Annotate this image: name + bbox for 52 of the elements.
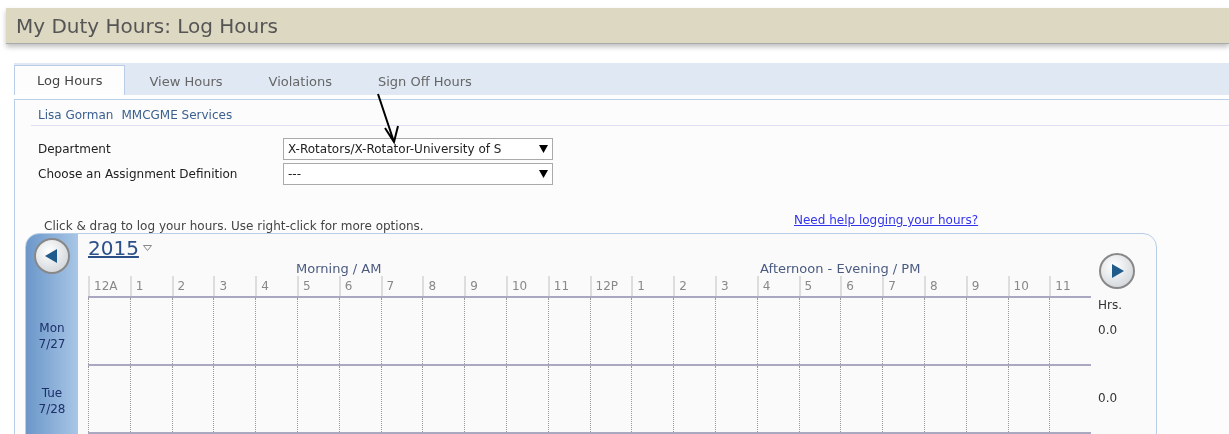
- hour-label: 5: [798, 276, 841, 296]
- hour-label: 12P: [589, 276, 632, 296]
- hour-label: 7: [380, 276, 423, 296]
- hour-label: 10: [505, 276, 548, 296]
- hour-label: 11: [547, 276, 590, 296]
- tab[interactable]: Log Hours: [14, 65, 126, 95]
- dropdown-caret-icon: [539, 170, 548, 178]
- dropdown-caret-icon: [539, 145, 548, 153]
- hour-label: 8: [422, 276, 465, 296]
- hour-label: 11: [1049, 276, 1092, 296]
- help-link[interactable]: Need help logging your hours?: [794, 213, 979, 227]
- period-label: Morning / AM: [295, 261, 383, 276]
- hour-label: 4: [255, 276, 297, 296]
- hours-column-header: Hrs.: [1097, 298, 1124, 312]
- hour-label: 6: [338, 276, 381, 296]
- hour-label: 6: [840, 276, 883, 296]
- previous-button[interactable]: [34, 238, 70, 275]
- page-title: My Duty Hours: Log Hours: [16, 13, 278, 38]
- hour-label: 2: [171, 276, 214, 296]
- hour-label: 2: [673, 276, 715, 296]
- field-label: Choose an Assignment Definition: [38, 167, 239, 181]
- dropdown[interactable]: X-Rotators/X-Rotator-University of S: [283, 138, 553, 160]
- hour-label: 9: [965, 276, 1008, 296]
- user-name: Lisa Gorman: [38, 108, 114, 122]
- hour-label: 1: [631, 276, 674, 296]
- hour-label: 3: [213, 276, 256, 296]
- day-total: 0.0: [1097, 323, 1118, 337]
- hour-label: 3: [714, 276, 757, 296]
- hour-label: 12A: [88, 276, 130, 296]
- hour-label: 5: [297, 276, 339, 296]
- date-label: 7/28: [38, 401, 66, 418]
- dropdown[interactable]: ---: [283, 163, 553, 185]
- hour-label: 9: [464, 276, 506, 296]
- organization-name: MMCGME Services: [121, 108, 233, 122]
- year-link[interactable]: 2015: [88, 235, 139, 260]
- dropdown-caret-icon: [142, 244, 152, 251]
- day-label: Tue: [41, 385, 63, 402]
- tab[interactable]: View Hours: [127, 67, 245, 95]
- period-label: Afternoon - Evening / PM: [759, 261, 922, 276]
- hour-label: 10: [1007, 276, 1050, 296]
- day-total: 0.0: [1097, 391, 1118, 405]
- hour-label: 1: [129, 276, 172, 296]
- hour-label: 8: [923, 276, 966, 296]
- next-button[interactable]: [1099, 253, 1135, 289]
- hour-label: 4: [756, 276, 799, 296]
- tab[interactable]: Sign Off Hours: [355, 67, 494, 95]
- day-label: Mon: [39, 319, 65, 336]
- field-label: Department: [38, 142, 112, 156]
- hour-label: 7: [882, 276, 924, 296]
- tab[interactable]: Violations: [246, 67, 354, 95]
- date-label: 7/27: [38, 335, 66, 352]
- instructions-text: Click & drag to log your hours. Use right-click for more options.: [44, 219, 425, 233]
